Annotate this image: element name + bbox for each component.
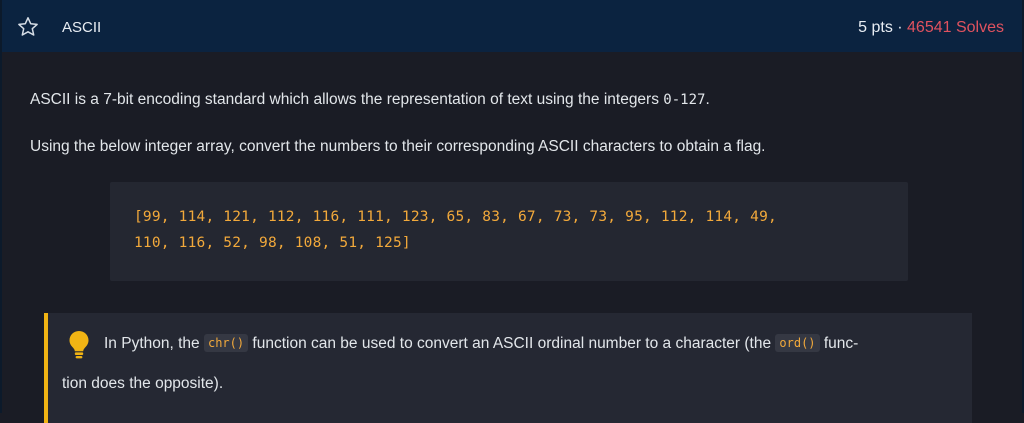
hint-part-2: function can be used to convert an ASCII… xyxy=(248,335,776,352)
description-paragraph-1: ASCII is a 7-bit encoding standard which… xyxy=(30,91,710,109)
challenge-header[interactable]: ASCII 5 pts · 46541 Solves xyxy=(2,0,1022,52)
description-paragraph-2: Using the below integer array, convert t… xyxy=(30,138,766,155)
star-outline-icon[interactable] xyxy=(16,15,40,39)
lightbulb-icon xyxy=(69,331,89,359)
solves-count: 46541 Solves xyxy=(907,19,1004,36)
challenge-meta: 5 pts · 46541 Solves xyxy=(858,19,1004,37)
points-label: 5 pts xyxy=(858,19,893,36)
challenge-title: ASCII xyxy=(62,19,102,36)
integer-array-codeblock: [99, 114, 121, 112, 116, 111, 123, 65, 8… xyxy=(110,182,908,281)
challenge-body: ASCII is a 7-bit encoding standard which… xyxy=(2,52,1022,423)
meta-separator: · xyxy=(892,19,908,36)
hint-part-1: In Python, the xyxy=(104,335,204,352)
hint-part-3: func- xyxy=(819,335,859,352)
chr-code: chr() xyxy=(203,334,249,352)
code-line-1: [99, 114, 121, 112, 116, 111, 123, 65, 8… xyxy=(134,209,777,225)
challenge-panel: ASCII 5 pts · 46541 Solves ASCII is a 7-… xyxy=(0,0,1024,423)
range-code: 0-127 xyxy=(663,92,706,108)
hint-text-line-1: In Python, the chr() function can be use… xyxy=(104,334,859,353)
code-line-2: 110, 116, 52, 98, 108, 51, 125] xyxy=(134,235,411,251)
hint-text-line-2: tion does the opposite). xyxy=(62,375,224,392)
hint-callout: In Python, the chr() function can be use… xyxy=(44,313,972,423)
ord-code: ord() xyxy=(775,334,820,352)
description-end: . xyxy=(705,91,710,108)
description-text: ASCII is a 7-bit encoding standard which… xyxy=(30,91,664,108)
